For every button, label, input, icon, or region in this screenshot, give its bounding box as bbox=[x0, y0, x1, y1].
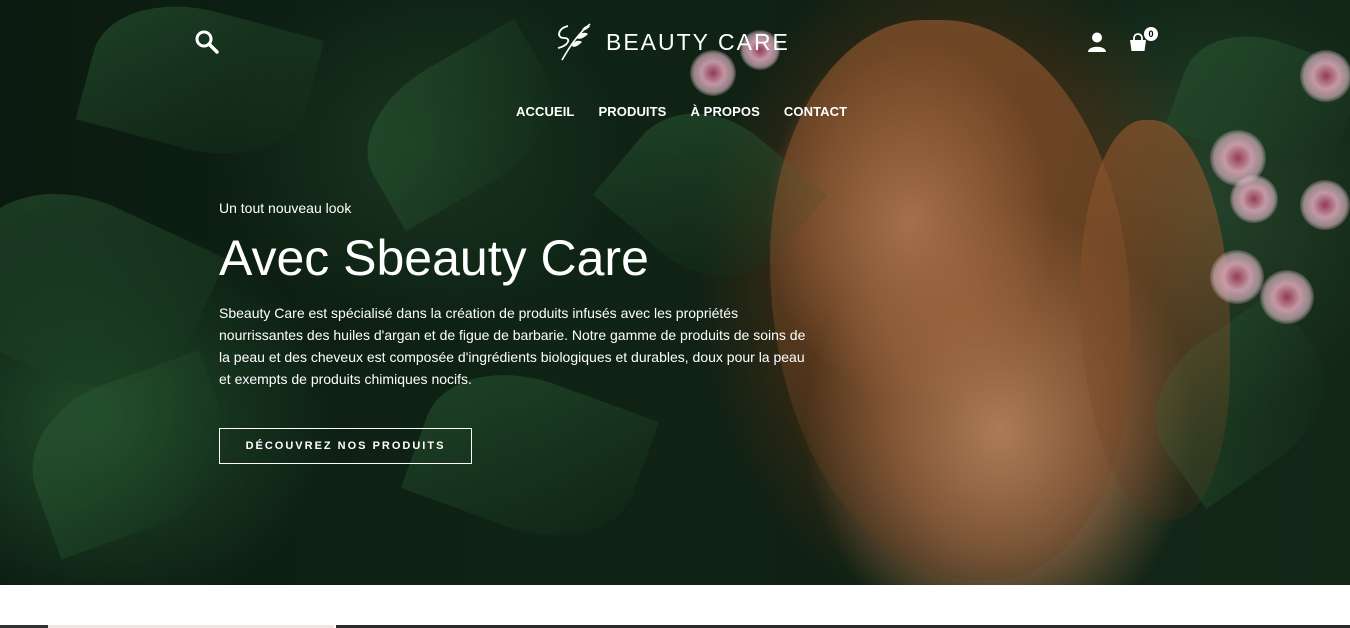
orchid-flower bbox=[1300, 180, 1350, 230]
next-section bbox=[0, 585, 1350, 628]
search-button[interactable] bbox=[194, 29, 220, 55]
discover-products-button[interactable]: DÉCOUVREZ NOS PRODUITS bbox=[219, 428, 472, 464]
leaf-logo-icon bbox=[557, 23, 591, 61]
leaf-decoration bbox=[10, 350, 250, 560]
orchid-flower bbox=[1210, 250, 1264, 304]
cart-count-badge: 0 bbox=[1144, 27, 1158, 41]
site-logo[interactable]: BEAUTY CARE bbox=[548, 16, 790, 68]
user-icon bbox=[1088, 32, 1106, 52]
orchid-flower bbox=[1260, 270, 1314, 324]
hero-description: Sbeauty Care est spécialisé dans la créa… bbox=[219, 305, 806, 387]
nav-item-accueil[interactable]: ACCUEIL bbox=[516, 104, 574, 119]
nav-item-a-propos[interactable]: À PROPOS bbox=[690, 104, 759, 119]
logo-text: BEAUTY CARE bbox=[606, 28, 790, 55]
search-icon bbox=[195, 30, 219, 54]
orchid-flower bbox=[1230, 175, 1278, 223]
account-button[interactable] bbox=[1086, 31, 1108, 53]
hero-title: Avec Sbeauty Care bbox=[219, 230, 649, 286]
main-nav: ACCUEIL PRODUITS À PROPOS CONTACT bbox=[516, 104, 847, 119]
nav-item-produits[interactable]: PRODUITS bbox=[598, 104, 666, 119]
hero-content: Un tout nouveau look Avec Sbeauty Care S… bbox=[219, 200, 819, 390]
site-header: BEAUTY CARE 0 ACCUEIL PRODUITS À PROPOS … bbox=[0, 0, 1350, 140]
hero-eyebrow: Un tout nouveau look bbox=[219, 200, 352, 216]
nav-item-contact[interactable]: CONTACT bbox=[784, 104, 847, 119]
